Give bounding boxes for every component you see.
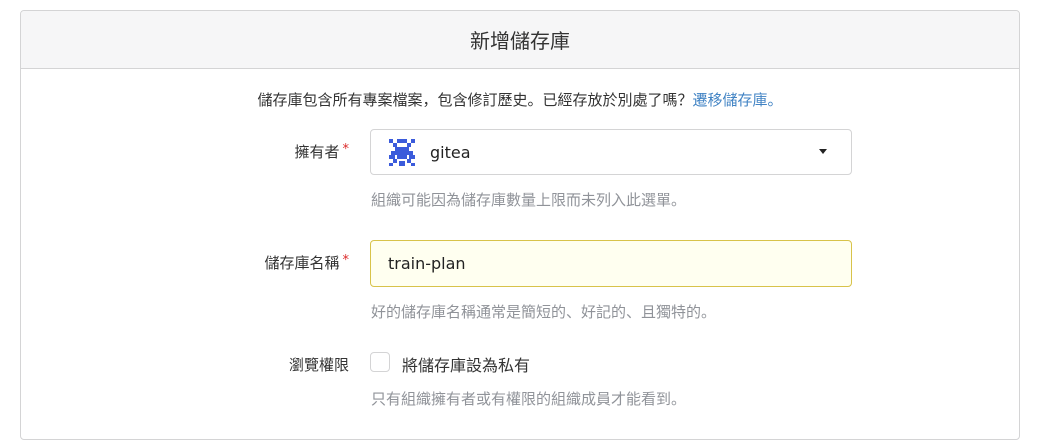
visibility-label: 瀏覽權限 (289, 354, 349, 375)
intro-text: 儲存庫包含所有專案檔案，包含修訂歷史。已經存放於別處了嗎？遷移儲存庫。 (21, 89, 1019, 110)
visibility-label-text: 瀏覽權限 (288, 356, 349, 374)
migrate-repo-link[interactable]: 遷移儲存庫。 (693, 91, 783, 109)
gitea-org-avatar-icon (389, 139, 415, 166)
owner-selected-value: gitea (430, 142, 471, 162)
owner-required-mark: * (342, 142, 350, 157)
repo-name-help-text: 好的儲存庫名稱通常是簡短的、好記的、且獨特的。 (371, 303, 717, 321)
repo-name-input[interactable] (370, 240, 852, 287)
page-title: 新增儲存庫 (470, 29, 570, 53)
private-checkbox[interactable] (370, 352, 390, 372)
card-header: 新增儲存庫 (21, 11, 1019, 69)
repo-name-label: 儲存庫名稱 * (264, 252, 349, 273)
private-checkbox-label[interactable]: 將儲存庫設為私有 (402, 352, 530, 376)
owner-label: 擁有者 * (294, 141, 349, 162)
owner-dropdown[interactable]: gitea (370, 129, 852, 175)
new-repo-card: 新增儲存庫 儲存庫包含所有專案檔案，包含修訂歷史。已經存放於別處了嗎？遷移儲存庫… (20, 10, 1020, 440)
repo-name-label-text: 儲存庫名稱 (264, 254, 340, 272)
chevron-down-icon (819, 149, 827, 154)
owner-help-text: 組織可能因為儲存庫數量上限而未列入此選單。 (371, 191, 687, 209)
intro-description: 儲存庫包含所有專案檔案，包含修訂歷史。已經存放於別處了嗎？ (257, 91, 693, 109)
visibility-help-text: 只有組織擁有者或有權限的組織成員才能看到。 (371, 390, 687, 408)
owner-label-text: 擁有者 (294, 143, 340, 161)
repo-name-required-mark: * (342, 253, 350, 268)
